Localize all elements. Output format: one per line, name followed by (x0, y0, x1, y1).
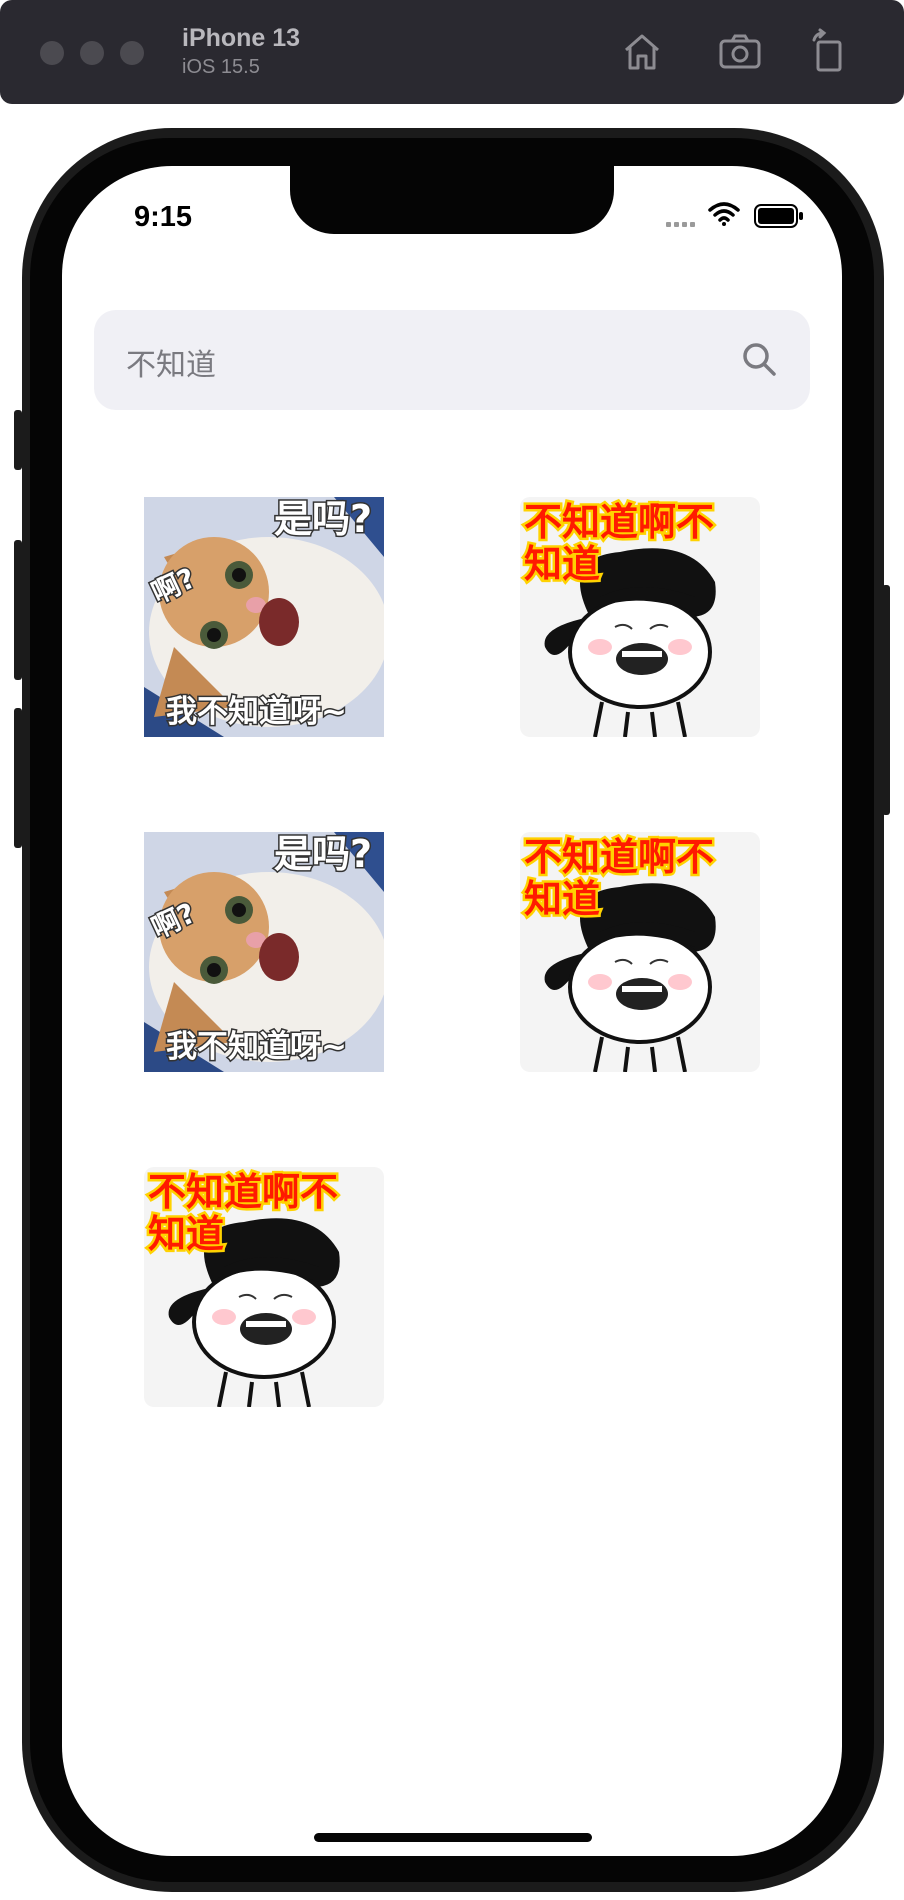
battery-icon (754, 204, 803, 228)
meme-caption: 我不知道呀~ (166, 1029, 347, 1065)
volume-up-button (14, 540, 22, 680)
result-item-1[interactable]: 是吗? 啊? 我不知道呀~ (144, 497, 384, 737)
cartoon-meme-image: 不知道啊不 知道 (144, 1167, 384, 1407)
screenshot-icon[interactable] (716, 28, 764, 76)
search-input[interactable]: 不知道 (126, 340, 216, 384)
cartoon-meme-image: 不知道啊不 知道 (520, 832, 760, 1072)
notch (290, 166, 614, 234)
meme-caption: 我不知道呀~ (166, 694, 347, 730)
result-item-4[interactable]: 不知道啊不 知道 (520, 832, 760, 1072)
result-item-5[interactable]: 不知道啊不 知道 (144, 1167, 384, 1407)
side-button (882, 585, 890, 815)
meme-caption: 是吗? (274, 832, 372, 876)
search-icon[interactable] (738, 338, 782, 382)
simulator-title-bar: iPhone 13 iOS 15.5 (0, 0, 904, 104)
os-version: iOS 15.5 (182, 56, 260, 78)
home-icon[interactable] (618, 28, 666, 76)
device-name: iPhone 13 (182, 24, 301, 52)
cartoon-meme-image: 不知道啊不 知道 (520, 497, 760, 737)
meme-caption: 不知道啊不 (524, 835, 714, 879)
meme-caption: 知道 (524, 542, 600, 586)
window-zoom-button[interactable] (120, 41, 144, 65)
result-item-3[interactable]: 是吗? 啊? 我不知道呀~ (144, 832, 384, 1072)
window-close-button[interactable] (40, 41, 64, 65)
home-indicator[interactable] (314, 1833, 592, 1842)
mute-switch (14, 410, 22, 470)
cat-meme-image: 是吗? 啊? 我不知道呀~ (144, 497, 384, 737)
phone-screen: 9:15 不知道 是吗? 啊? 我不知道呀~ 不知道啊不 知道 是吗? 啊? 我… (62, 166, 842, 1856)
rotate-icon[interactable] (806, 28, 854, 76)
result-item-2[interactable]: 不知道啊不 知道 (520, 497, 760, 737)
meme-caption: 不知道啊不 (524, 500, 714, 544)
meme-caption: 知道 (524, 877, 600, 921)
meme-caption: 是吗? (274, 497, 372, 541)
cat-meme-image: 是吗? 啊? 我不知道呀~ (144, 832, 384, 1072)
window-minimize-button[interactable] (80, 41, 104, 65)
search-field[interactable]: 不知道 (94, 310, 810, 410)
status-time: 9:15 (134, 201, 193, 233)
volume-down-button (14, 708, 22, 848)
wifi-icon (708, 202, 740, 226)
meme-caption: 不知道啊不 (148, 1170, 338, 1214)
meme-caption: 知道 (148, 1212, 224, 1256)
